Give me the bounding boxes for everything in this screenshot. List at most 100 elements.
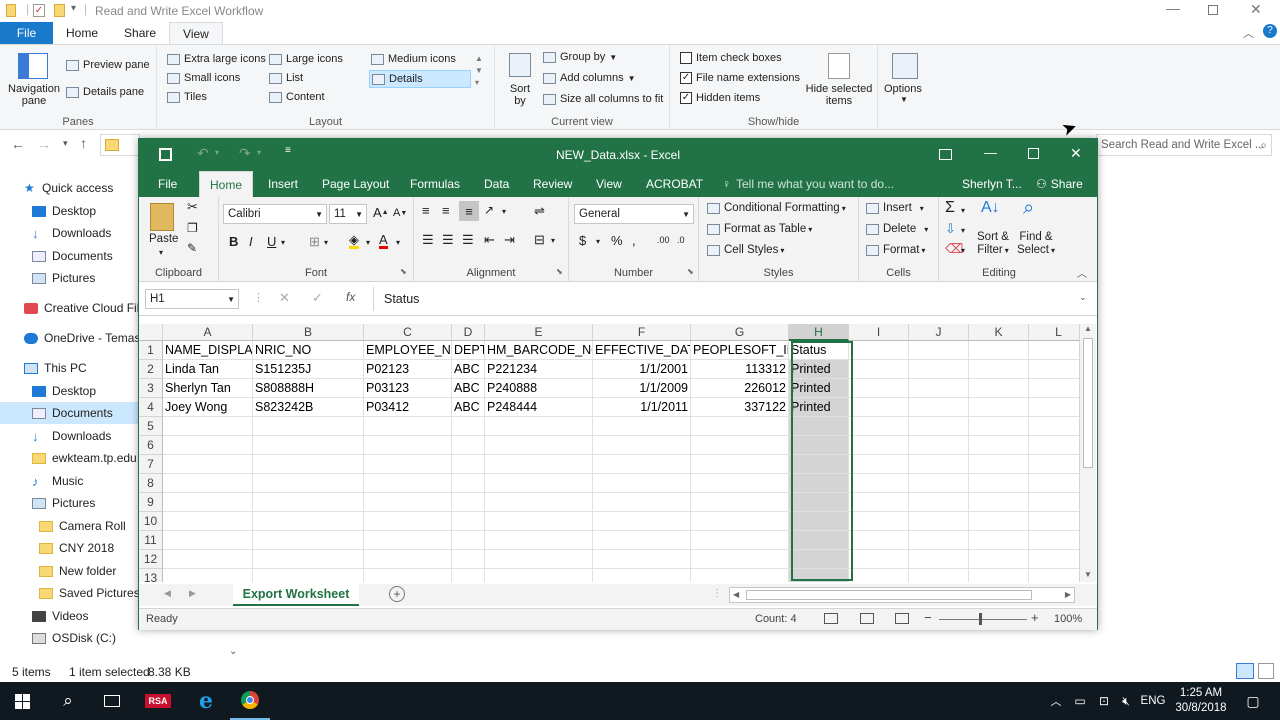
sort-filter-button[interactable]: Sort & Filter ▾ — [977, 231, 1009, 257]
font-dialog-launcher-icon[interactable]: ⬊ — [400, 267, 407, 276]
address-input[interactable] — [100, 134, 140, 156]
normal-view-icon[interactable] — [824, 613, 838, 624]
column-header-g[interactable]: G — [691, 324, 789, 341]
cell-h3[interactable]: Printed — [789, 379, 849, 398]
cell-k13[interactable] — [969, 569, 1029, 582]
cell-c3[interactable]: P03123 — [364, 379, 452, 398]
cell-a9[interactable] — [163, 493, 253, 512]
tab-home[interactable]: Home — [199, 171, 254, 197]
column-header-e[interactable]: E — [485, 324, 593, 341]
tab-view[interactable]: View — [169, 22, 223, 44]
cell-c11[interactable] — [364, 531, 452, 550]
layout-content[interactable]: Content — [269, 91, 325, 103]
group-by-button[interactable]: Group by ▼ — [543, 51, 617, 63]
cell-h13[interactable] — [789, 569, 849, 582]
cell-f9[interactable] — [593, 493, 691, 512]
cell-k3[interactable] — [969, 379, 1029, 398]
cut-icon[interactable]: ✂ — [187, 199, 198, 215]
cell-g9[interactable] — [691, 493, 789, 512]
nav-item-ewkteam[interactable]: ewkteam.tp.edu.sg — [0, 447, 140, 469]
cell-k10[interactable] — [969, 512, 1029, 531]
cell-i1[interactable] — [849, 341, 909, 360]
tab-acrobat[interactable]: ACROBAT — [646, 171, 703, 197]
user-name[interactable]: Sherlyn T... — [962, 171, 1022, 197]
autosum-icon[interactable]: Σ — [945, 199, 955, 217]
alignment-dialog-launcher-icon[interactable]: ⬊ — [556, 267, 563, 276]
nav-item-pictures[interactable]: Pictures — [0, 492, 140, 514]
cell-g11[interactable] — [691, 531, 789, 550]
cancel-entry-icon[interactable]: ✕ — [279, 290, 290, 306]
new-sheet-icon[interactable]: + — [389, 586, 405, 602]
layout-details[interactable]: Details — [369, 70, 471, 88]
cell-i8[interactable] — [849, 474, 909, 493]
column-header-d[interactable]: D — [452, 324, 485, 341]
cell-h5[interactable] — [789, 417, 849, 436]
search-icon[interactable]: ⌕ — [48, 682, 88, 720]
insert-cells-button[interactable]: Insert ▾ — [866, 202, 924, 214]
cell-c5[interactable] — [364, 417, 452, 436]
minimize-icon[interactable]: — — [984, 145, 997, 160]
cell-e6[interactable] — [485, 436, 593, 455]
tab-view[interactable]: View — [596, 171, 622, 197]
close-icon[interactable]: ✕ — [1070, 145, 1082, 162]
cell-h12[interactable] — [789, 550, 849, 569]
cell-d5[interactable] — [452, 417, 485, 436]
collapse-ribbon-icon[interactable]: ︿ — [1243, 25, 1254, 41]
cell-g5[interactable] — [691, 417, 789, 436]
clear-dropdown-icon[interactable]: ▾ — [961, 246, 965, 255]
cell-b6[interactable] — [253, 436, 364, 455]
cell-c7[interactable] — [364, 455, 452, 474]
scroll-up-icon[interactable]: ▲ — [1084, 324, 1092, 333]
cell-k5[interactable] — [969, 417, 1029, 436]
cell-e4[interactable]: P248444 — [485, 398, 593, 417]
hide-selected-items-button[interactable]: Hide selected items — [804, 83, 874, 107]
percent-icon[interactable]: % — [611, 233, 623, 248]
nav-item-creative-cloud[interactable]: Creative Cloud Files — [0, 297, 140, 319]
cell-k7[interactable] — [969, 455, 1029, 474]
cell-l5[interactable] — [1029, 417, 1079, 436]
align-top-icon[interactable]: ≡ — [422, 203, 430, 218]
cell-f11[interactable] — [593, 531, 691, 550]
underline-dropdown-icon[interactable]: ▾ — [281, 238, 285, 247]
layout-scroll-icon[interactable]: ▲ ▼ ▾ — [475, 53, 483, 89]
cell-a11[interactable] — [163, 531, 253, 550]
cell-i6[interactable] — [849, 436, 909, 455]
font-color-dropdown-icon[interactable]: ▾ — [396, 238, 400, 247]
cell-c8[interactable] — [364, 474, 452, 493]
column-header-f[interactable]: F — [593, 324, 691, 341]
cell-h7[interactable] — [789, 455, 849, 474]
cell-g6[interactable] — [691, 436, 789, 455]
cell-i13[interactable] — [849, 569, 909, 582]
row-header-10[interactable]: 10 — [139, 512, 163, 531]
cell-b8[interactable] — [253, 474, 364, 493]
cell-l13[interactable] — [1029, 569, 1079, 582]
cell-l6[interactable] — [1029, 436, 1079, 455]
align-middle-icon[interactable]: ≡ — [442, 203, 450, 218]
cell-e5[interactable] — [485, 417, 593, 436]
cell-c12[interactable] — [364, 550, 452, 569]
page-layout-view-icon[interactable] — [860, 613, 874, 624]
cell-k9[interactable] — [969, 493, 1029, 512]
nav-item-desktop[interactable]: Desktop — [0, 200, 140, 222]
cell-a10[interactable] — [163, 512, 253, 531]
fill-icon[interactable]: ⇩ — [945, 221, 956, 237]
cell-e1[interactable]: HM_BARCODE_NO — [485, 341, 593, 360]
cell-h4[interactable]: Printed — [789, 398, 849, 417]
action-center-icon[interactable]: ▢ — [1238, 682, 1268, 720]
font-color-icon[interactable]: A — [379, 233, 388, 249]
collapse-ribbon-icon[interactable]: ︿ — [1077, 265, 1087, 280]
tell-me-box[interactable]: ♀ Tell me what you want to do... — [722, 171, 894, 197]
cell-a2[interactable]: Linda Tan — [163, 360, 253, 379]
conditional-formatting-button[interactable]: Conditional Formatting ▾ — [707, 202, 846, 214]
cell-d9[interactable] — [452, 493, 485, 512]
increase-indent-icon[interactable]: ⇥ — [504, 232, 515, 248]
preview-pane-button[interactable]: Preview pane — [66, 59, 150, 71]
tab-review[interactable]: Review — [533, 171, 572, 197]
cell-d12[interactable] — [452, 550, 485, 569]
cell-i4[interactable] — [849, 398, 909, 417]
cell-i9[interactable] — [849, 493, 909, 512]
cell-k2[interactable] — [969, 360, 1029, 379]
layout-medium-icons[interactable]: Medium icons — [371, 53, 456, 65]
cell-g7[interactable] — [691, 455, 789, 474]
cell-e7[interactable] — [485, 455, 593, 474]
